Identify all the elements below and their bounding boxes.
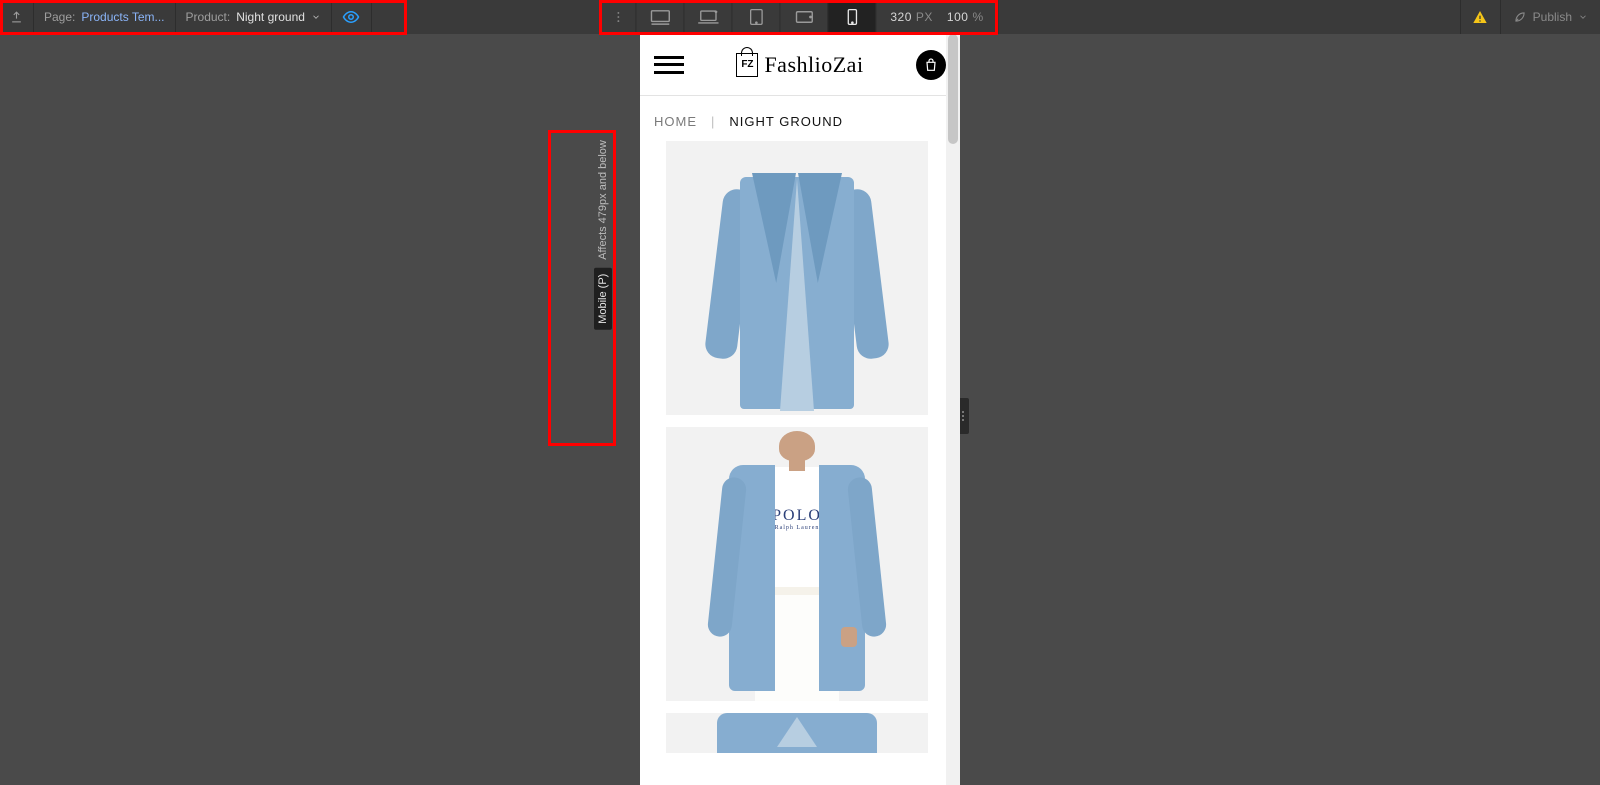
- brand[interactable]: FZ FashlioZai: [736, 52, 863, 78]
- device-laptop-button[interactable]: [683, 0, 731, 34]
- product-image[interactable]: [666, 141, 928, 415]
- model-illustration: POLORalph Lauren: [697, 431, 897, 701]
- device-tablet-button[interactable]: [731, 0, 779, 34]
- export-button[interactable]: [0, 0, 34, 34]
- canvas-width: 320: [890, 10, 912, 24]
- canvas-dimensions[interactable]: 320 PX 100 %: [875, 0, 998, 34]
- product-value: Night ground: [236, 10, 305, 24]
- tablet-icon: [748, 8, 764, 26]
- site-header: FZ FashlioZai: [640, 34, 960, 96]
- breadcrumb-home[interactable]: HOME: [654, 114, 697, 129]
- publish-button[interactable]: Publish: [1500, 0, 1600, 34]
- preview-scrollbar[interactable]: [946, 34, 960, 785]
- cardigan-illustration: [712, 165, 882, 415]
- product-image[interactable]: [666, 713, 928, 753]
- publish-label: Publish: [1533, 10, 1572, 24]
- brand-name: FashlioZai: [764, 52, 863, 78]
- device-preview: FZ FashlioZai HOME | NIGHT GROUND: [640, 34, 960, 785]
- breakpoint-switcher: 320 PX 100 %: [601, 0, 998, 34]
- device-desktop-button[interactable]: [635, 0, 683, 34]
- chevron-down-icon: [311, 12, 321, 22]
- product-selector[interactable]: Product: Night ground: [176, 0, 332, 34]
- product-label: Product:: [186, 10, 231, 24]
- topbar-left: Page: Products Tem... Product: Night gro…: [0, 0, 372, 34]
- eye-icon: [342, 8, 360, 26]
- cart-button[interactable]: [916, 50, 946, 80]
- chevron-down-icon: [1578, 12, 1588, 22]
- issues-button[interactable]: [1460, 0, 1500, 34]
- canvas-zoom: 100: [947, 10, 969, 24]
- breakpoint-menu-button[interactable]: [601, 0, 635, 34]
- canvas: FZ FashlioZai HOME | NIGHT GROUND: [0, 34, 1600, 785]
- page-selector[interactable]: Page: Products Tem...: [34, 0, 176, 34]
- canvas-zoom-unit: %: [972, 10, 983, 24]
- cardigan-illustration: [717, 713, 877, 753]
- brand-logo-icon: FZ: [736, 53, 758, 77]
- breadcrumb: HOME | NIGHT GROUND: [640, 96, 960, 141]
- upload-icon: [10, 10, 23, 24]
- breadcrumb-current: NIGHT GROUND: [729, 114, 843, 129]
- rocket-icon: [1513, 10, 1527, 24]
- product-image-list: POLORalph Lauren: [640, 141, 960, 783]
- warning-icon: [1472, 9, 1488, 25]
- bag-icon: [923, 57, 939, 73]
- preview-toggle[interactable]: [332, 0, 372, 34]
- device-tablet-landscape-button[interactable]: [779, 0, 827, 34]
- mobile-icon: [846, 8, 858, 26]
- designer-topbar: Page: Products Tem... Product: Night gro…: [0, 0, 1600, 34]
- desktop-icon: [649, 9, 671, 25]
- page-label: Page:: [44, 10, 75, 24]
- breadcrumb-separator: |: [711, 114, 715, 129]
- device-mobile-button[interactable]: [827, 0, 875, 34]
- page-value: Products Tem...: [81, 10, 164, 24]
- dots-vertical-icon: [611, 10, 625, 24]
- tablet-landscape-icon: [794, 10, 814, 24]
- laptop-icon: [697, 9, 719, 25]
- canvas-width-unit: PX: [916, 10, 933, 24]
- menu-button[interactable]: [654, 56, 684, 74]
- product-image[interactable]: POLORalph Lauren: [666, 427, 928, 701]
- topbar-right: Publish: [1460, 0, 1600, 34]
